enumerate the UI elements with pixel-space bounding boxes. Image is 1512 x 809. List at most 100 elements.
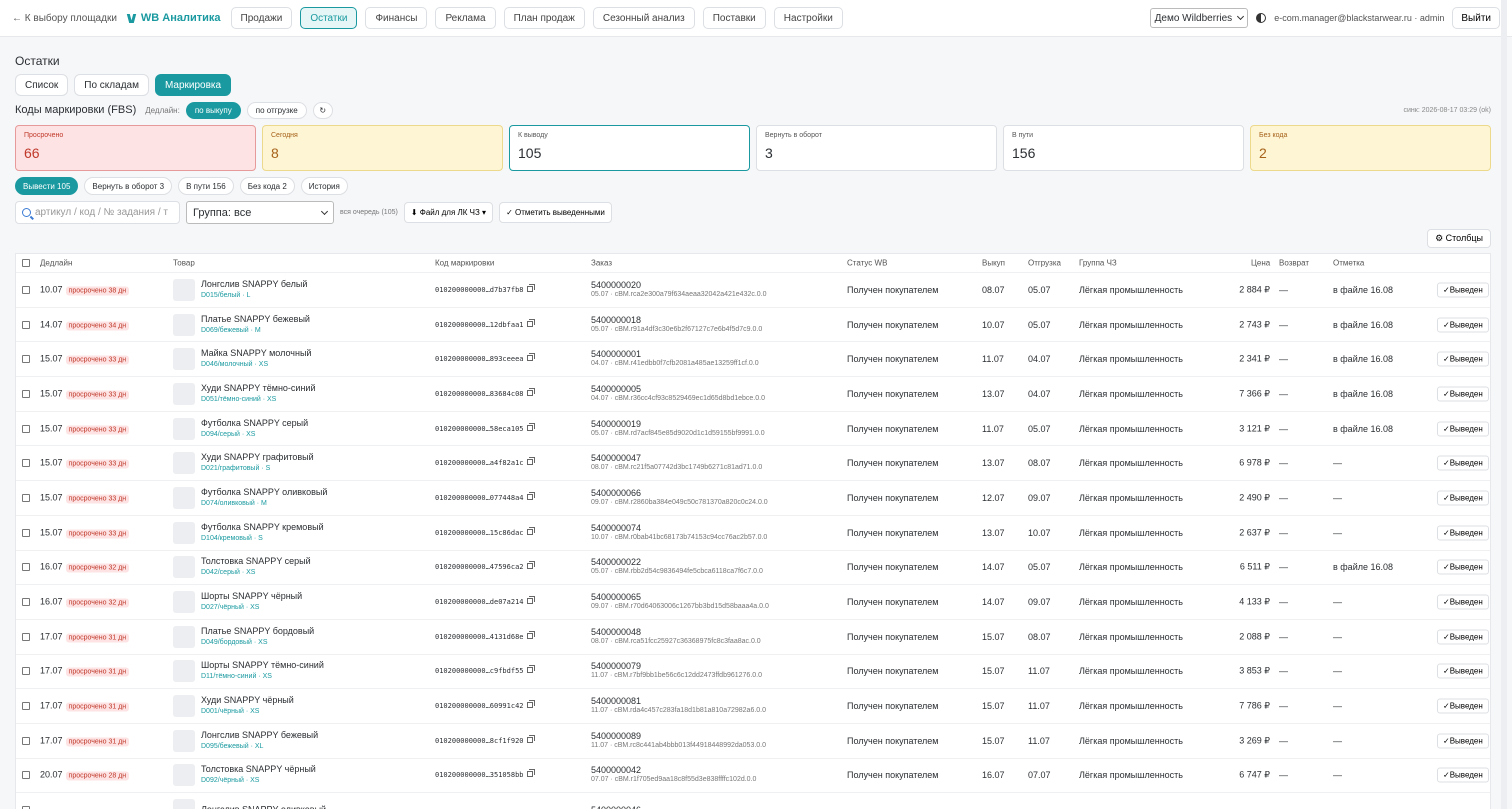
shipped-button[interactable]: ✓Выведен	[1437, 421, 1489, 437]
row-checkbox[interactable]	[22, 389, 30, 398]
nav-tab[interactable]: Остатки	[300, 7, 358, 29]
product-cell[interactable]: Худи SNAPPY чёрный D001/чёрный · XS	[201, 695, 294, 717]
copy-icon[interactable]	[526, 491, 535, 500]
refresh-icon[interactable]: ↻	[312, 101, 333, 119]
product-cell[interactable]: Худи SNAPPY тёмно-синий D051/тёмно-синий …	[201, 383, 315, 405]
shipped-button[interactable]: ✓Выведен	[1437, 282, 1489, 298]
row-checkbox[interactable]	[22, 320, 30, 329]
shipped-button[interactable]: ✓Выведен	[1437, 663, 1489, 679]
header-group[interactable]: Группа ЧЗ	[1079, 259, 1117, 268]
summary-card[interactable]: К выводу 105	[509, 125, 750, 171]
deadline-by-shipment-pill[interactable]: по отгрузке	[246, 101, 307, 119]
filter-tab[interactable]: Без кода 2	[239, 177, 295, 195]
product-cell[interactable]: Лонгслив SNAPPY оливковый	[201, 805, 326, 809]
row-checkbox[interactable]	[22, 528, 30, 537]
download-file-button[interactable]: ⬇ Файл для ЛК ЧЗ ▾	[403, 202, 494, 223]
copy-icon[interactable]	[526, 630, 535, 639]
columns-button[interactable]: ⚙ Столбцы	[1427, 229, 1491, 248]
subtab[interactable]: Маркировка	[154, 74, 232, 96]
row-checkbox[interactable]	[22, 355, 30, 364]
row-checkbox[interactable]	[22, 493, 30, 502]
nav-tab[interactable]: Продажи	[230, 7, 293, 29]
row-checkbox[interactable]	[22, 598, 30, 607]
summary-card[interactable]: Просрочено 66	[15, 125, 256, 171]
theme-toggle-icon[interactable]	[1256, 13, 1267, 23]
copy-icon[interactable]	[526, 665, 535, 674]
copy-icon[interactable]	[526, 561, 535, 570]
filter-tab[interactable]: Вернуть в оборот 3	[84, 177, 173, 195]
deadline-by-buyout-pill[interactable]: по выкупу	[185, 101, 241, 119]
shipped-button[interactable]: ✓Выведен	[1437, 351, 1489, 367]
row-checkbox[interactable]	[22, 563, 30, 572]
row-checkbox[interactable]	[22, 771, 30, 780]
product-cell[interactable]: Лонгслив SNAPPY бежевый D095/бежевый · XL	[201, 730, 318, 752]
nav-tab[interactable]: Сезонный анализ	[592, 7, 695, 29]
brand-logo[interactable]: WB Аналитика	[127, 12, 221, 24]
header-status[interactable]: Статус WB	[847, 259, 887, 268]
header-shipment[interactable]: Отгрузка	[1028, 259, 1061, 268]
group-select[interactable]: Группа: все	[186, 201, 334, 224]
copy-icon[interactable]	[526, 283, 535, 292]
copy-icon[interactable]	[526, 734, 535, 743]
filter-tab[interactable]: Вывести 105	[15, 177, 79, 195]
shipped-button[interactable]: ✓Выведен	[1437, 559, 1489, 575]
nav-tab[interactable]: Реклама	[435, 7, 496, 29]
header-deadline[interactable]: Дедлайн	[40, 259, 72, 268]
row-checkbox[interactable]	[22, 632, 30, 641]
header-code[interactable]: Код маркировки	[435, 259, 494, 268]
copy-icon[interactable]	[526, 457, 535, 466]
product-cell[interactable]: Шорты SNAPPY тёмно-синий D11/тёмно-синий …	[201, 660, 324, 682]
copy-icon[interactable]	[526, 526, 535, 535]
shipped-button[interactable]: ✓Выведен	[1437, 767, 1489, 783]
shipped-button[interactable]: ✓Выведен	[1437, 455, 1489, 471]
logout-button[interactable]: Выйти	[1452, 7, 1500, 29]
shipped-button[interactable]: ✓Выведен	[1437, 698, 1489, 714]
nav-tab[interactable]: Поставки	[702, 7, 766, 29]
page-scrollbar[interactable]	[1501, 0, 1507, 809]
summary-card[interactable]: В пути 156	[1003, 125, 1244, 171]
nav-tab[interactable]: Настройки	[773, 7, 843, 29]
select-all-checkbox[interactable]	[22, 259, 30, 267]
shipped-button[interactable]: ✓Выведен	[1437, 317, 1489, 333]
copy-icon[interactable]	[526, 700, 535, 709]
header-product[interactable]: Товар	[173, 259, 195, 268]
shipped-button[interactable]: ✓Выведен	[1437, 525, 1489, 541]
subtab[interactable]: Список	[15, 74, 69, 96]
row-checkbox[interactable]	[22, 702, 30, 711]
summary-card[interactable]: Сегодня 8	[262, 125, 503, 171]
summary-card[interactable]: Без кода 2	[1250, 125, 1491, 171]
row-checkbox[interactable]	[22, 424, 30, 433]
nav-tab[interactable]: Финансы	[365, 7, 428, 29]
header-mark[interactable]: Отметка	[1333, 259, 1364, 268]
product-cell[interactable]: Футболка SNAPPY оливковый D074/оливковый …	[201, 487, 327, 509]
copy-icon[interactable]	[526, 318, 535, 327]
header-order[interactable]: Заказ	[591, 259, 612, 268]
copy-icon[interactable]	[526, 387, 535, 396]
header-return[interactable]: Возврат	[1279, 259, 1309, 268]
product-cell[interactable]: Футболка SNAPPY кремовый D104/кремовый · …	[201, 522, 324, 544]
product-cell[interactable]: Худи SNAPPY графитовый D021/графитовый · …	[201, 452, 314, 474]
product-cell[interactable]: Платье SNAPPY бордовый D049/бордовый · XS	[201, 626, 314, 648]
header-buyout[interactable]: Выкуп	[982, 259, 1005, 268]
copy-icon[interactable]	[526, 596, 535, 605]
summary-card[interactable]: Вернуть в оборот 3	[756, 125, 997, 171]
shipped-button[interactable]: ✓Выведен	[1437, 594, 1489, 610]
filter-tab[interactable]: В пути 156	[178, 177, 234, 195]
product-cell[interactable]: Платье SNAPPY бежевый D069/бежевый · M	[201, 314, 310, 336]
back-to-marketplace-link[interactable]: ← К выбору площадки	[12, 13, 117, 24]
shipped-button[interactable]: ✓Выведен	[1437, 490, 1489, 506]
copy-icon[interactable]	[526, 353, 535, 362]
product-cell[interactable]: Футболка SNAPPY серый D094/серый · XS	[201, 418, 308, 440]
search-input[interactable]: артикул / код / № задания / т	[15, 201, 180, 224]
filter-tab[interactable]: История	[300, 177, 348, 195]
row-checkbox[interactable]	[22, 667, 30, 676]
product-cell[interactable]: Шорты SNAPPY чёрный D027/чёрный · XS	[201, 591, 302, 613]
product-cell[interactable]: Майка SNAPPY молочный D046/молочный · XS	[201, 348, 311, 370]
subtab[interactable]: По складам	[74, 74, 149, 96]
row-checkbox[interactable]	[22, 736, 30, 745]
product-cell[interactable]: Лонгслив SNAPPY белый D015/белый · L	[201, 279, 307, 301]
product-cell[interactable]: Толстовка SNAPPY серый D042/серый · XS	[201, 556, 311, 578]
shipped-button[interactable]: ✓Выведен	[1437, 733, 1489, 749]
shipped-button[interactable]: ✓Выведен	[1437, 386, 1489, 402]
product-cell[interactable]: Толстовка SNAPPY чёрный D092/чёрный · XS	[201, 764, 316, 786]
